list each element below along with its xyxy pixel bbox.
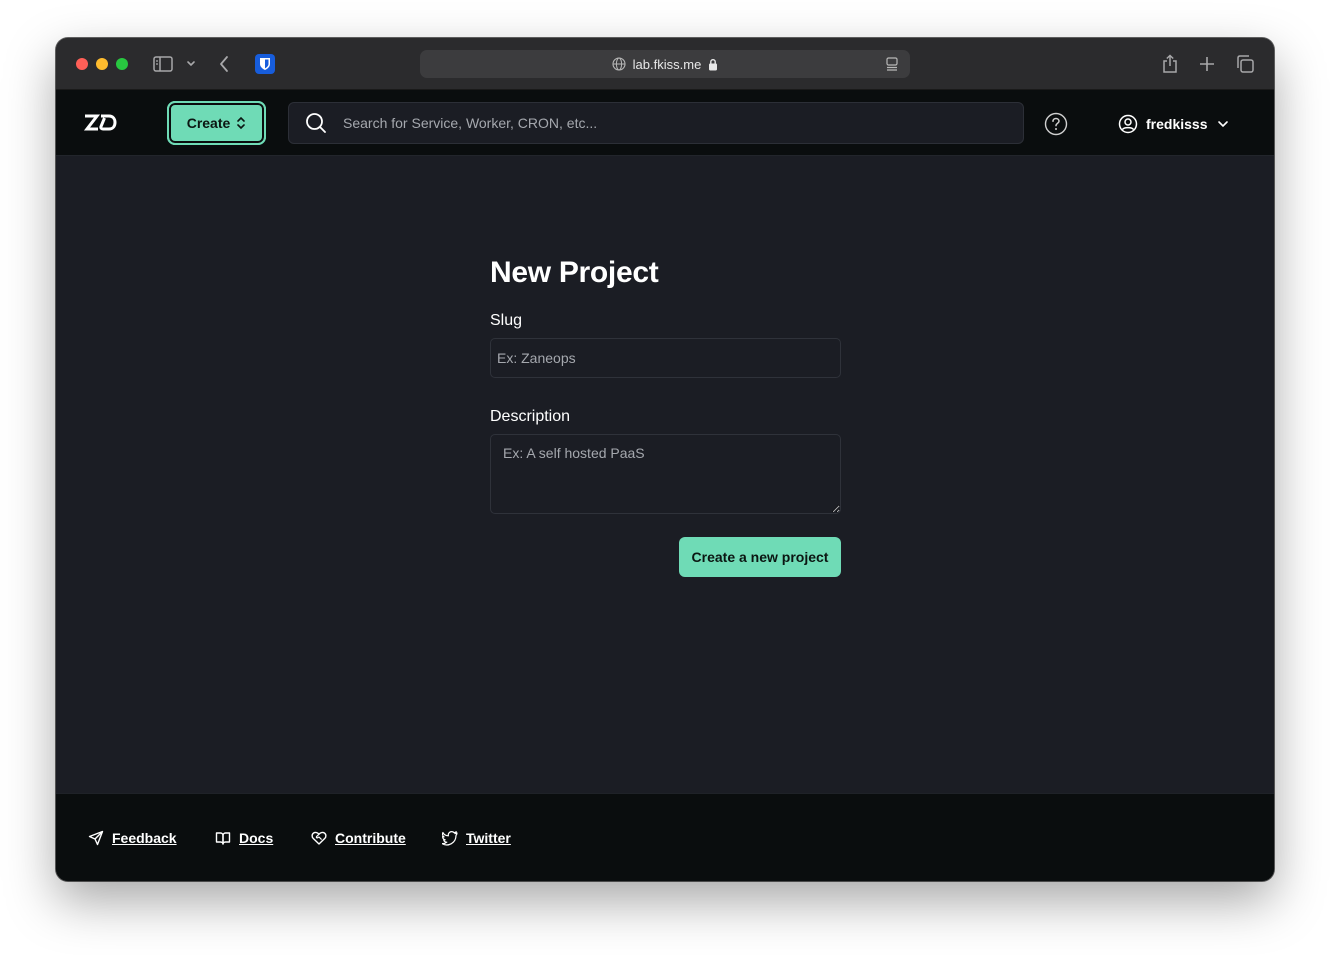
chevron-down-icon[interactable] [186,52,196,76]
new-project-form: New Project Slug Description Create a ne… [490,256,841,577]
search-icon [305,112,327,134]
book-icon [215,830,231,846]
description-textarea[interactable] [490,434,841,514]
tabs-icon[interactable] [1235,52,1255,76]
search-bar[interactable] [288,102,1024,144]
lock-icon [708,58,718,71]
create-button[interactable]: Create [167,101,266,145]
footer-link-docs[interactable]: Docs [215,830,273,846]
url-bar[interactable]: lab.fkiss.me [420,50,910,78]
user-menu[interactable]: fredkisss [1118,112,1229,136]
footer-link-label: Twitter [466,830,511,846]
app-header: Create fredkisss [56,90,1274,156]
browser-titlebar: lab.fkiss.me [56,38,1274,90]
username: fredkisss [1146,116,1208,132]
send-icon [88,830,104,846]
help-icon[interactable] [1044,112,1068,136]
url-text: lab.fkiss.me [632,56,702,72]
reader-icon[interactable] [886,57,898,71]
footer-link-label: Feedback [112,830,177,846]
main-content: New Project Slug Description Create a ne… [56,156,1274,793]
footer-link-contribute[interactable]: Contribute [311,830,406,846]
browser-window: lab.fkiss.me Create Search for Service, … [56,38,1274,881]
search-input[interactable] [343,103,1003,143]
plus-icon[interactable] [1199,52,1215,76]
description-label: Description [490,408,571,425]
slug-label: Slug [490,312,523,329]
footer-link-feedback[interactable]: Feedback [88,830,177,846]
maximize-window-button[interactable] [116,58,128,70]
slug-input[interactable] [490,338,841,378]
footer: Feedback Docs Contribute Twitter [56,793,1274,881]
create-project-button[interactable]: Create a new project [679,537,841,577]
twitter-icon [442,830,458,846]
chevron-down-icon [1217,120,1229,128]
zaneops-logo-icon[interactable] [83,112,117,134]
page-title: New Project [490,256,659,289]
globe-icon [612,57,626,71]
bitwarden-icon[interactable] [255,52,275,76]
sidebar-icon[interactable] [153,52,173,76]
share-icon[interactable] [1162,52,1178,76]
heart-handshake-icon [311,830,327,846]
minimize-window-button[interactable] [96,58,108,70]
close-window-button[interactable] [76,58,88,70]
chevron-up-down-icon [236,116,246,130]
footer-link-label: Contribute [335,830,406,846]
user-circle-icon [1118,114,1138,134]
footer-link-label: Docs [239,830,274,846]
back-icon[interactable] [218,52,230,76]
footer-link-twitter[interactable]: Twitter [442,830,511,846]
create-button-label: Create [186,115,231,131]
